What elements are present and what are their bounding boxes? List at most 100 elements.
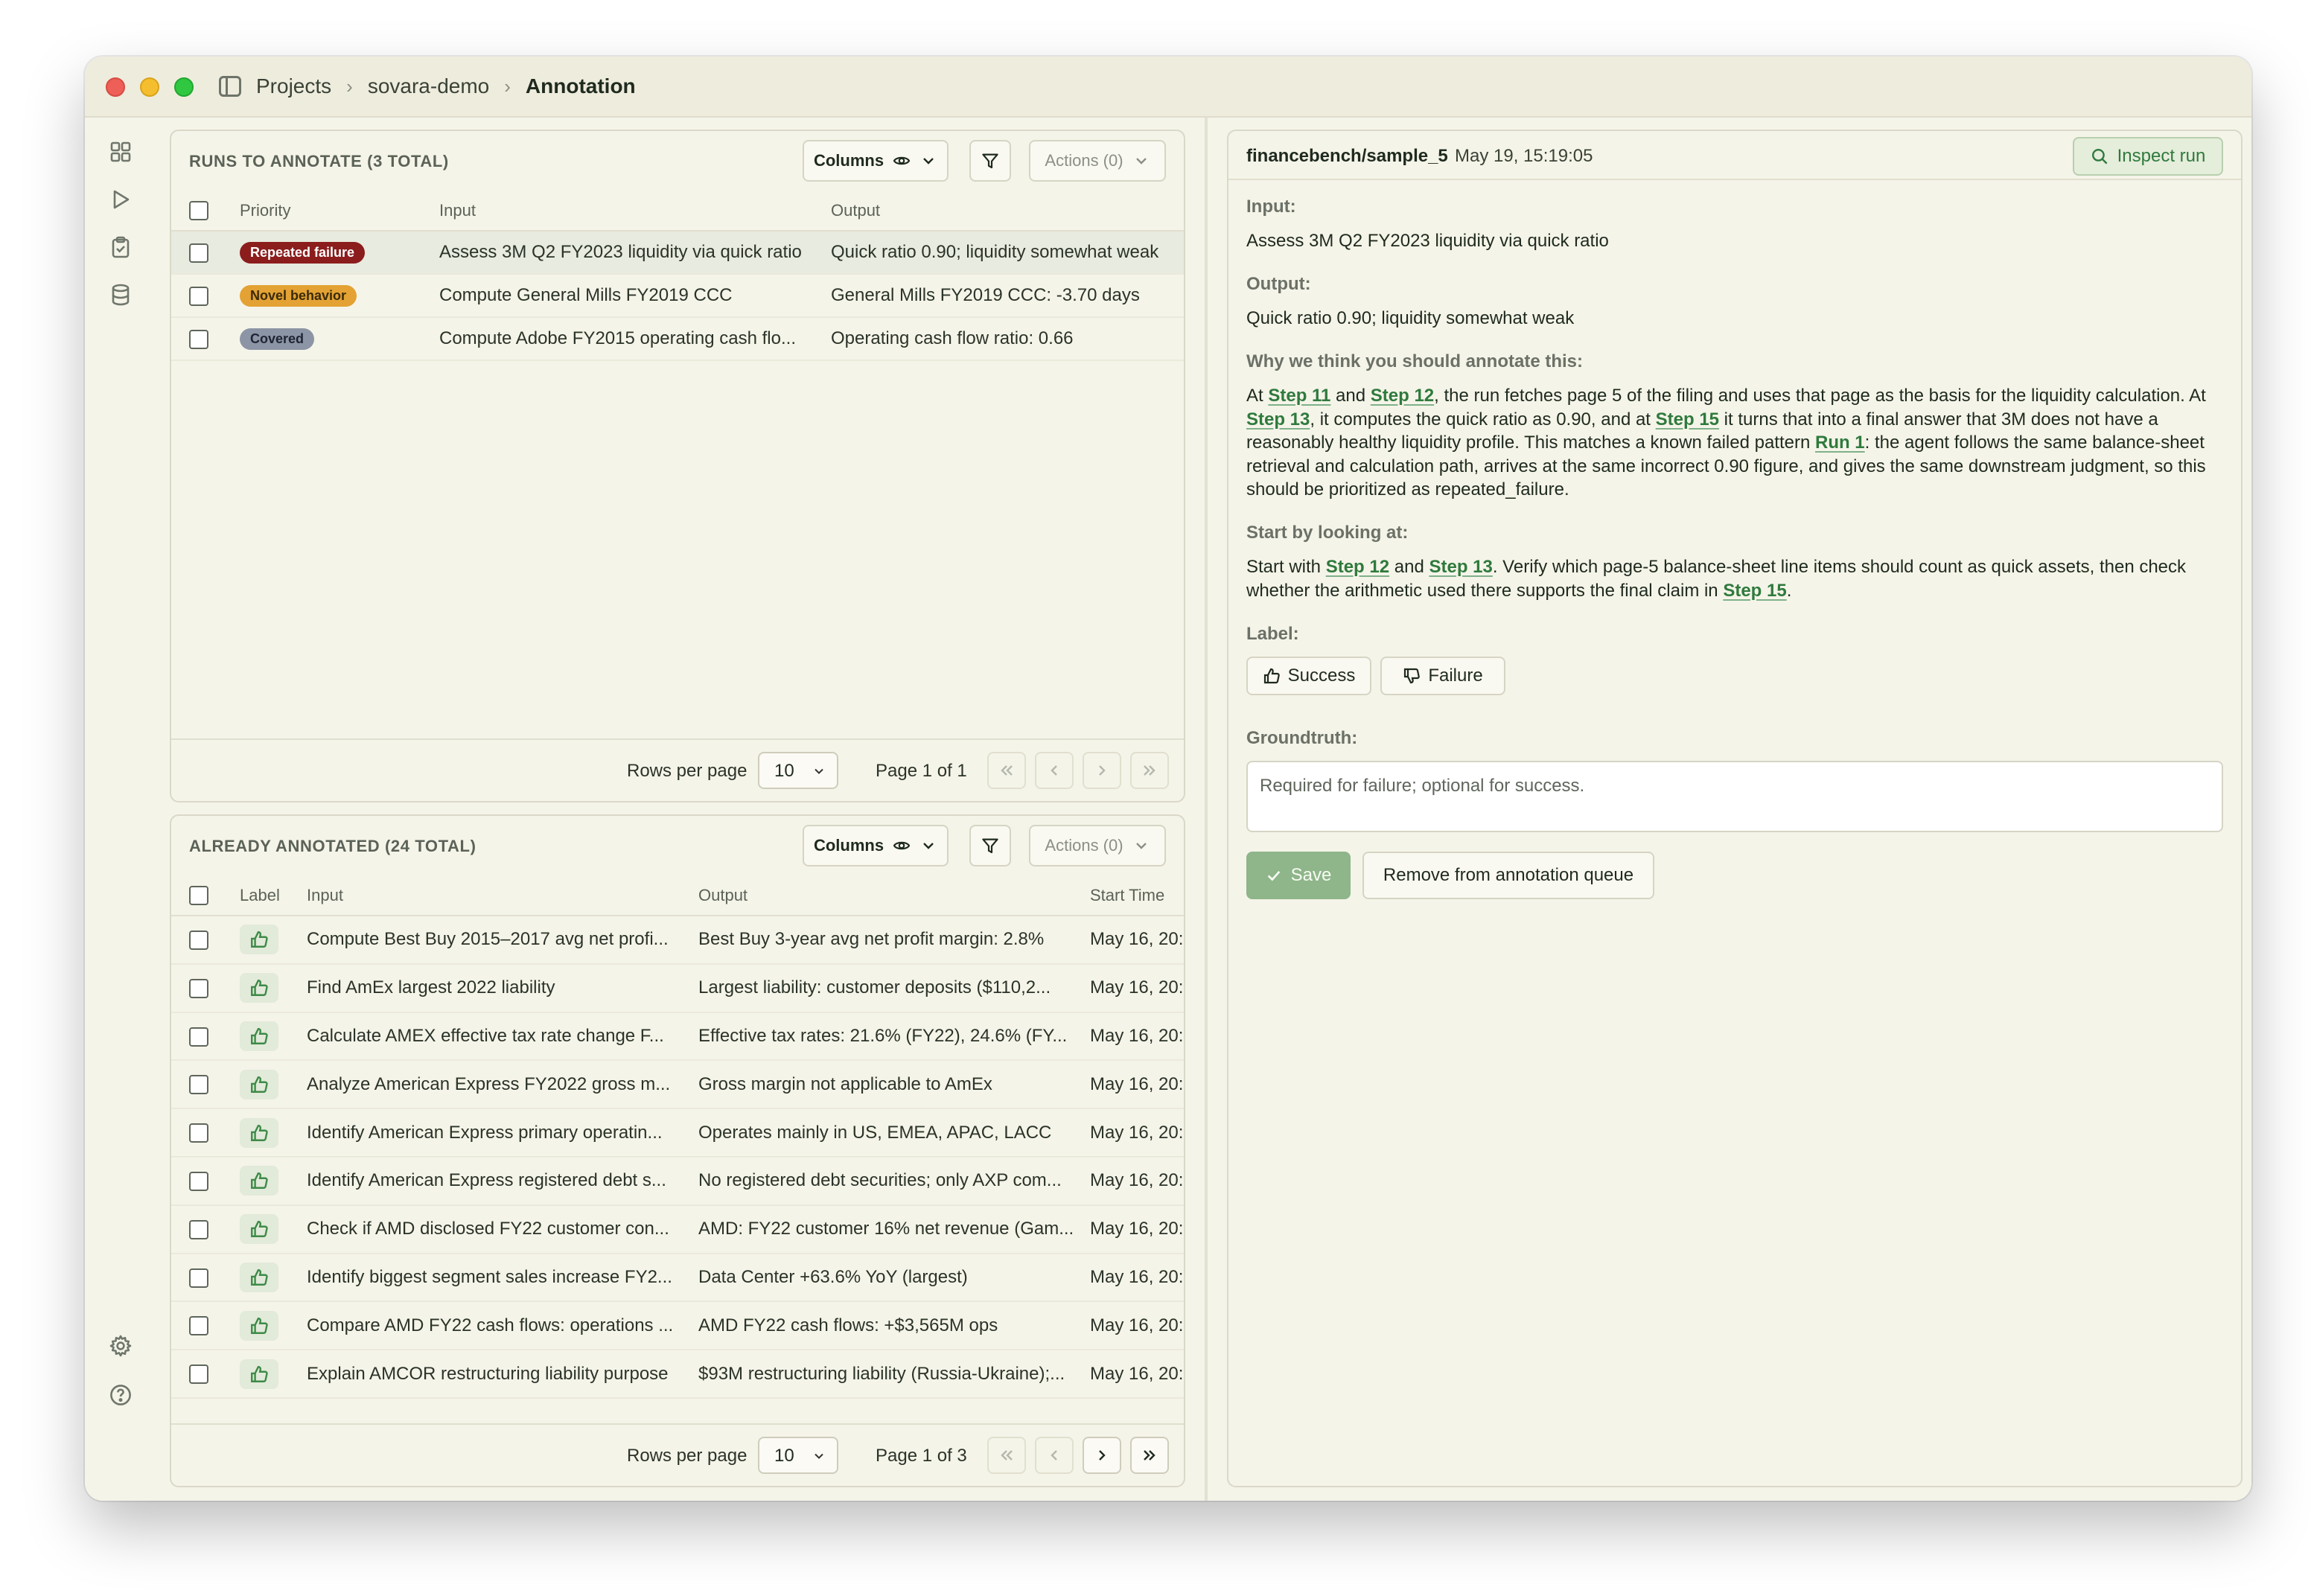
sidebar-toggle-icon[interactable] xyxy=(219,76,241,97)
step-link[interactable]: Step 15 xyxy=(1723,581,1786,601)
step-link[interactable]: Step 12 xyxy=(1371,386,1434,406)
row-checkbox[interactable] xyxy=(189,1316,208,1336)
previous-page-button[interactable] xyxy=(1035,752,1074,789)
input-cell: Compare AMD FY22 cash flows: operations … xyxy=(307,1301,698,1351)
table-row[interactable]: Identify American Express primary operat… xyxy=(171,1108,1184,1158)
table-row[interactable]: Identify biggest segment sales increase … xyxy=(171,1253,1184,1303)
save-button[interactable]: Save xyxy=(1246,852,1351,899)
rows-per-page-select[interactable]: 10 xyxy=(758,1437,838,1474)
next-page-button[interactable] xyxy=(1083,752,1121,789)
row-checkbox[interactable] xyxy=(189,931,208,951)
table-row[interactable]: Identify American Express registered deb… xyxy=(171,1156,1184,1206)
chevron-down-icon xyxy=(923,843,934,849)
column-header[interactable]: Input xyxy=(439,191,831,232)
columns-button[interactable]: Columns xyxy=(803,825,949,866)
database-icon[interactable] xyxy=(109,283,133,307)
thumbs-up-icon[interactable] xyxy=(240,1262,278,1292)
maximize-window-button[interactable] xyxy=(174,77,194,97)
table-row[interactable]: Novel behavior Compute General Mills FY20… xyxy=(171,274,1184,318)
gear-icon[interactable] xyxy=(109,1334,133,1358)
table-row[interactable]: Compute Best Buy 2015–2017 avg net profi… xyxy=(171,916,1184,965)
already-annotated-card: ALREADY ANNOTATED (24 TOTAL) Columns Act… xyxy=(170,814,1185,1487)
row-checkbox[interactable] xyxy=(189,286,208,306)
column-header[interactable]: Output xyxy=(831,191,1184,232)
explanation-text: . xyxy=(1786,580,1792,601)
breadcrumb-project[interactable]: sovara-demo xyxy=(368,74,489,98)
select-all-checkbox[interactable] xyxy=(189,886,208,906)
dashboard-icon[interactable] xyxy=(109,140,133,164)
nav-rail: JD xyxy=(85,118,156,1501)
thumbs-up-icon xyxy=(1263,668,1280,684)
table-row[interactable]: Covered Compute Adobe FY2015 operating ca… xyxy=(171,317,1184,361)
rows-per-page-select[interactable]: 10 xyxy=(758,752,838,789)
breadcrumb-projects[interactable]: Projects xyxy=(256,74,331,98)
select-all-checkbox[interactable] xyxy=(189,201,208,221)
next-page-button[interactable] xyxy=(1083,1437,1121,1474)
filter-button[interactable] xyxy=(969,140,1011,182)
row-checkbox[interactable] xyxy=(189,1364,208,1385)
thumbs-up-icon[interactable] xyxy=(240,1021,278,1051)
table-row[interactable]: Explain AMCOR restructuring liability pu… xyxy=(171,1350,1184,1399)
step-link[interactable]: Step 15 xyxy=(1656,409,1719,430)
row-checkbox[interactable] xyxy=(189,1075,208,1095)
chevron-down-icon xyxy=(1135,843,1147,849)
thumbs-up-icon[interactable] xyxy=(240,1117,278,1148)
filter-button[interactable] xyxy=(969,825,1011,866)
label-cell xyxy=(240,1350,307,1399)
table-row[interactable]: Compare AMD FY22 cash flows: operations … xyxy=(171,1301,1184,1351)
step-link[interactable]: Run 1 xyxy=(1815,432,1865,453)
input-cell: Assess 3M Q2 FY2023 liquidity via quick … xyxy=(439,231,831,275)
row-checkbox[interactable] xyxy=(189,1219,208,1239)
actions-button[interactable]: Actions (0) xyxy=(1029,825,1166,866)
previous-page-button[interactable] xyxy=(1035,1437,1074,1474)
row-checkbox[interactable] xyxy=(189,329,208,349)
remove-from-queue-button[interactable]: Remove from annotation queue xyxy=(1362,852,1654,899)
rows-per-page-label: Rows per page xyxy=(627,761,748,781)
table-row[interactable]: Check if AMD disclosed FY22 customer con… xyxy=(171,1204,1184,1254)
row-checkbox[interactable] xyxy=(189,1172,208,1192)
column-header[interactable]: Priority xyxy=(240,191,439,232)
table-row[interactable]: Analyze American Express FY2022 gross m.… xyxy=(171,1060,1184,1110)
first-page-button[interactable] xyxy=(987,1437,1026,1474)
row-checkbox[interactable] xyxy=(189,978,208,998)
success-button[interactable]: Success xyxy=(1246,657,1371,695)
row-checkbox[interactable] xyxy=(189,1268,208,1288)
step-link[interactable]: Step 13 xyxy=(1429,557,1492,577)
thumbs-up-icon[interactable] xyxy=(240,1214,278,1245)
inspect-run-button[interactable]: Inspect run xyxy=(2073,137,2223,176)
thumbs-up-icon[interactable] xyxy=(240,1359,278,1389)
groundtruth-input[interactable] xyxy=(1246,761,2223,832)
step-link[interactable]: Step 11 xyxy=(1268,386,1330,406)
groundtruth-label: Groundtruth: xyxy=(1246,728,1358,748)
start-label: Start by looking at: xyxy=(1246,523,1409,543)
table-row[interactable]: Repeated failure Assess 3M Q2 FY2023 liqu… xyxy=(171,231,1184,275)
failure-button[interactable]: Failure xyxy=(1380,657,1505,695)
last-page-button[interactable] xyxy=(1130,752,1169,789)
column-header[interactable]: Input xyxy=(307,875,698,916)
thumbs-up-icon[interactable] xyxy=(240,1069,278,1099)
column-header[interactable]: Output xyxy=(698,875,1090,916)
actions-button[interactable]: Actions (0) xyxy=(1029,140,1166,182)
step-link[interactable]: Step 13 xyxy=(1246,409,1310,430)
thumbs-up-icon[interactable] xyxy=(240,1166,278,1196)
columns-button[interactable]: Columns xyxy=(803,140,949,182)
thumbs-up-icon[interactable] xyxy=(240,1310,278,1341)
close-window-button[interactable] xyxy=(106,77,125,97)
step-link[interactable]: Step 12 xyxy=(1326,557,1389,577)
row-checkbox[interactable] xyxy=(189,1027,208,1047)
last-page-button[interactable] xyxy=(1130,1437,1169,1474)
column-header[interactable]: Start Time xyxy=(1090,875,1184,916)
help-icon[interactable] xyxy=(109,1383,133,1407)
table-row[interactable]: Find AmEx largest 2022 liability Largest … xyxy=(171,963,1184,1013)
thumbs-up-icon[interactable] xyxy=(240,925,278,955)
row-checkbox[interactable] xyxy=(189,243,208,263)
play-icon[interactable] xyxy=(109,188,133,211)
column-header[interactable]: Label xyxy=(240,875,307,916)
first-page-button[interactable] xyxy=(987,752,1026,789)
row-checkbox[interactable] xyxy=(189,1123,208,1143)
minimize-window-button[interactable] xyxy=(140,77,159,97)
table-row[interactable]: Calculate AMEX effective tax rate change… xyxy=(171,1012,1184,1062)
success-label: Success xyxy=(1287,665,1356,686)
thumbs-up-icon[interactable] xyxy=(240,973,278,1003)
clipboard-check-icon[interactable] xyxy=(109,235,133,259)
